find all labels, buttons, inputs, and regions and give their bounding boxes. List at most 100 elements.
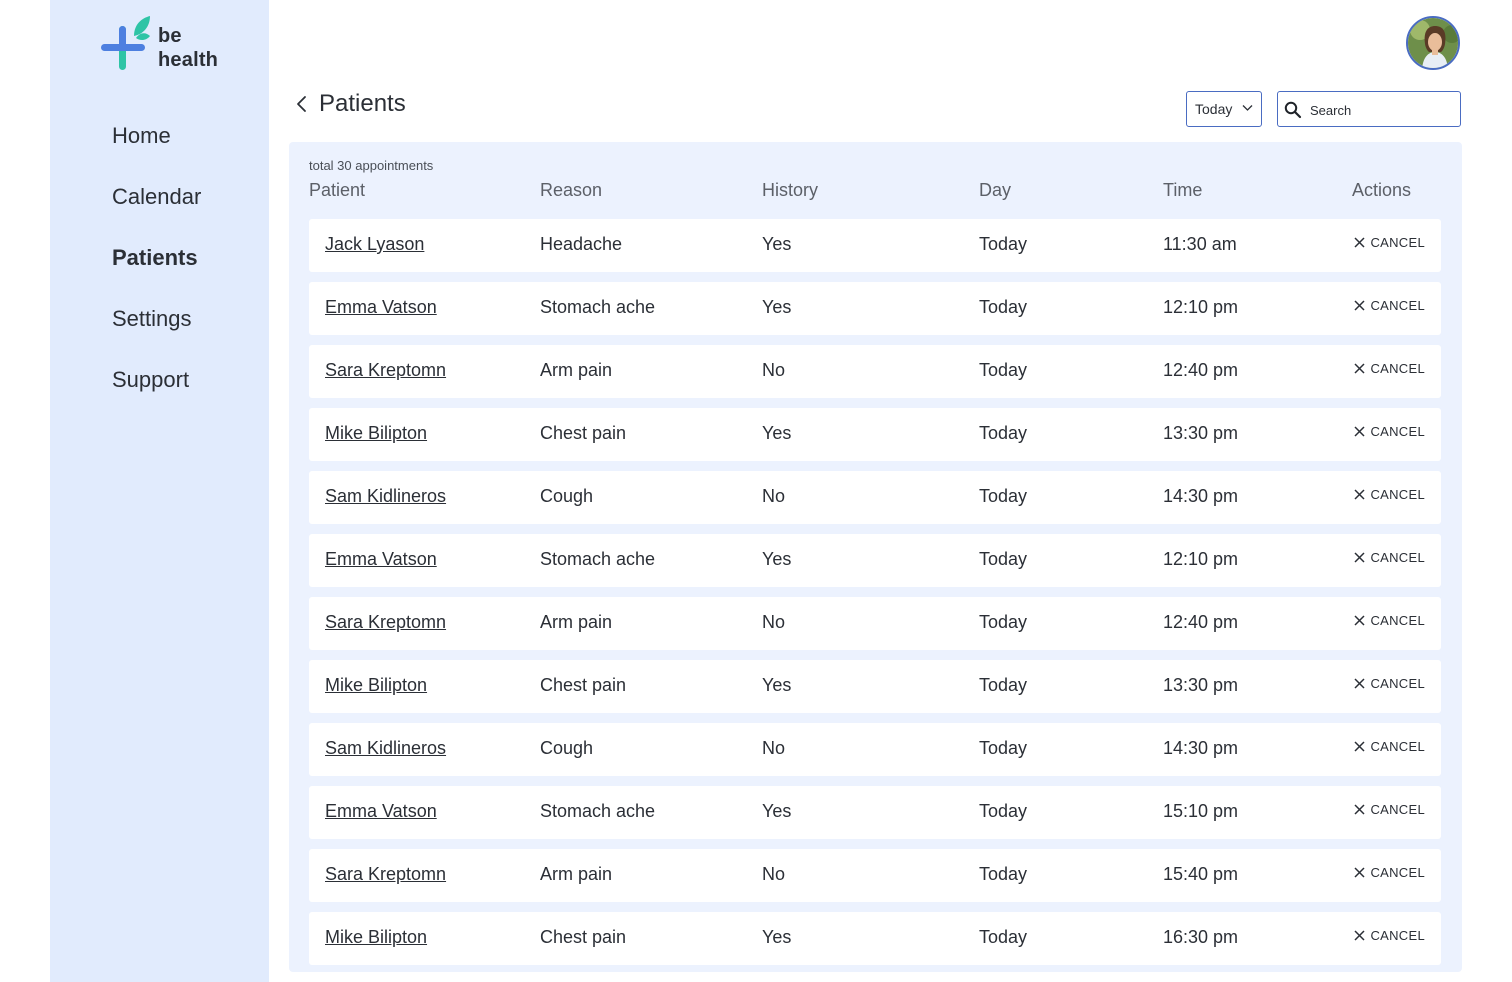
close-icon [1354, 552, 1365, 563]
date-filter-select[interactable]: Today [1186, 91, 1262, 127]
column-header-history: History [762, 180, 819, 200]
patient-name-link[interactable]: Emma Vatson [325, 549, 437, 570]
history-cell: Yes [762, 927, 792, 947]
patient-name-link[interactable]: Sam Kidlineros [325, 486, 446, 507]
column-header-reason: Reason [540, 180, 603, 200]
patient-name-link[interactable]: Emma Vatson [325, 801, 437, 822]
search-input[interactable] [1308, 98, 1457, 122]
patient-name-link[interactable]: Mike Bilipton [325, 927, 427, 948]
history-cell: Yes [762, 234, 792, 254]
search-icon [1284, 101, 1302, 119]
table-row: Emma Vatson Stomach ache Yes Today 15:10 pm C… [309, 786, 1441, 839]
table-row: Mike Bilipton Chest pain Yes Today 13:30 pm C… [309, 408, 1441, 461]
day-cell: Today [979, 801, 1028, 821]
day-cell: Today [979, 549, 1028, 569]
time-cell: 14:30 pm [1163, 486, 1239, 506]
appointments-total: total 30 appointments [309, 158, 434, 173]
sidebar-nav: Home Calendar Patients Settings Support [112, 114, 201, 419]
sidebar-item-patients[interactable]: Patients [112, 236, 201, 297]
patient-name-link[interactable]: Mike Bilipton [325, 423, 427, 444]
history-cell: No [762, 486, 786, 506]
patient-name-link[interactable]: Jack Lyason [325, 234, 424, 255]
cancel-label: CANCEL [1370, 928, 1425, 943]
cancel-appointment-button[interactable]: CANCEL [1354, 676, 1425, 691]
day-cell: Today [979, 612, 1028, 632]
reason-cell: Stomach ache [540, 549, 656, 569]
time-cell: 14:30 pm [1163, 738, 1239, 758]
chevron-left-icon[interactable] [292, 94, 312, 114]
table-row: Mike Bilipton Chest pain Yes Today 16:30 pm C… [309, 912, 1441, 965]
reason-cell: Cough [540, 738, 594, 758]
reason-cell: Chest pain [540, 423, 627, 443]
day-cell: Today [979, 234, 1028, 254]
cancel-appointment-button[interactable]: CANCEL [1354, 613, 1425, 628]
table-row: Emma Vatson Stomach ache Yes Today 12:10 pm C… [309, 282, 1441, 335]
patient-name-link[interactable]: Emma Vatson [325, 297, 437, 318]
sidebar-item-settings[interactable]: Settings [112, 297, 201, 358]
day-cell: Today [979, 360, 1028, 380]
cancel-appointment-button[interactable]: CANCEL [1354, 928, 1425, 943]
cancel-appointment-button[interactable]: CANCEL [1354, 739, 1425, 754]
day-cell: Today [979, 675, 1028, 695]
history-cell: Yes [762, 801, 792, 821]
cancel-label: CANCEL [1370, 802, 1425, 817]
history-cell: Yes [762, 297, 792, 317]
history-cell: No [762, 360, 786, 380]
sidebar-item-support[interactable]: Support [112, 358, 201, 419]
cancel-appointment-button[interactable]: CANCEL [1354, 802, 1425, 817]
day-cell: Today [979, 423, 1028, 443]
cancel-label: CANCEL [1370, 865, 1425, 880]
table-row: Mike Bilipton Chest pain Yes Today 13:30 pm C… [309, 660, 1441, 713]
history-cell: No [762, 864, 786, 884]
cancel-appointment-button[interactable]: CANCEL [1354, 424, 1425, 439]
close-icon [1354, 741, 1365, 752]
table-row: Emma Vatson Stomach ache Yes Today 12:10 pm C… [309, 534, 1441, 587]
time-cell: 15:10 pm [1163, 801, 1239, 821]
cancel-appointment-button[interactable]: CANCEL [1354, 487, 1425, 502]
cancel-appointment-button[interactable]: CANCEL [1354, 235, 1425, 250]
close-icon [1354, 363, 1365, 374]
table-row: Sara Kreptomn Arm pain No Today 12:40 pm CANC… [309, 345, 1441, 398]
table-row: Sam Kidlineros Cough No Today 14:30 pm CANCEL [309, 471, 1441, 524]
reason-cell: Stomach ache [540, 297, 656, 317]
sidebar-item-home[interactable]: Home [112, 114, 201, 175]
logo[interactable]: be health [100, 14, 230, 74]
sidebar-item-calendar[interactable]: Calendar [112, 175, 201, 236]
cancel-appointment-button[interactable]: CANCEL [1354, 550, 1425, 565]
patient-name-link[interactable]: Sara Kreptomn [325, 360, 446, 381]
cancel-label: CANCEL [1370, 613, 1425, 628]
close-icon [1354, 615, 1365, 626]
patient-name-link[interactable]: Mike Bilipton [325, 675, 427, 696]
time-cell: 13:30 pm [1163, 423, 1239, 443]
reason-cell: Headache [540, 234, 623, 254]
cancel-appointment-button[interactable]: CANCEL [1354, 361, 1425, 376]
cancel-appointment-button[interactable]: CANCEL [1354, 298, 1425, 313]
patient-name-link[interactable]: Sara Kreptomn [325, 864, 446, 885]
patient-name-link[interactable]: Sara Kreptomn [325, 612, 446, 633]
reason-cell: Stomach ache [540, 801, 656, 821]
history-cell: Yes [762, 549, 792, 569]
close-icon [1354, 426, 1365, 437]
day-cell: Today [979, 486, 1028, 506]
close-icon [1354, 930, 1365, 941]
cancel-label: CANCEL [1370, 739, 1425, 754]
time-cell: 12:40 pm [1163, 360, 1239, 380]
cancel-label: CANCEL [1370, 550, 1425, 565]
table-header: Patient Reason History Day Time Actions [289, 180, 1462, 204]
time-cell: 15:40 pm [1163, 864, 1239, 884]
date-filter-value: Today [1195, 101, 1233, 117]
logo-line-1: be [158, 25, 182, 47]
logo-cross-leaf-icon [101, 16, 150, 70]
reason-cell: Arm pain [540, 864, 613, 884]
user-avatar[interactable] [1406, 16, 1460, 70]
patient-name-link[interactable]: Sam Kidlineros [325, 738, 446, 759]
reason-cell: Arm pain [540, 360, 613, 380]
close-icon [1354, 867, 1365, 878]
cancel-appointment-button[interactable]: CANCEL [1354, 865, 1425, 880]
appointments-panel: total 30 appointments Patient Reason His… [289, 142, 1462, 972]
search-box[interactable] [1277, 91, 1461, 127]
cancel-label: CANCEL [1370, 235, 1425, 250]
logo-line-2: health [158, 49, 219, 71]
cancel-label: CANCEL [1370, 487, 1425, 502]
day-cell: Today [979, 297, 1028, 317]
